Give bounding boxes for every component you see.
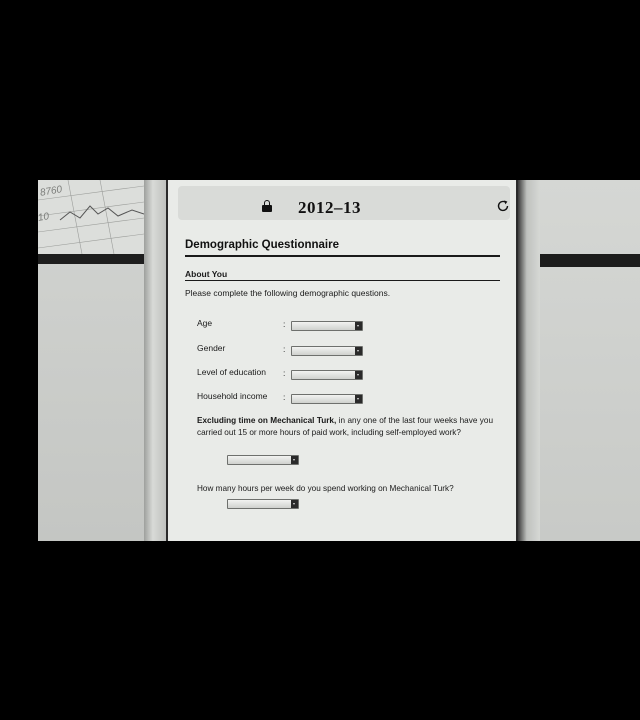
hours-select[interactable]: [227, 499, 299, 509]
reload-icon[interactable]: [496, 199, 510, 213]
chevron-down-icon: [355, 395, 362, 403]
work-question: Excluding time on Mechanical Turk, in an…: [197, 415, 493, 438]
age-select[interactable]: [291, 321, 363, 331]
education-select[interactable]: [291, 370, 363, 380]
dark-band: [38, 254, 146, 264]
hours-question: How many hours per week do you spend wor…: [197, 484, 454, 493]
address-bar[interactable]: 2012–13: [178, 186, 510, 220]
gender-colon: :: [283, 344, 286, 354]
browser-window: 2012–13 Demographic Questionnaire About …: [166, 180, 518, 541]
panel-edge: [144, 180, 166, 541]
income-colon: :: [283, 392, 286, 402]
dark-band-right: [540, 254, 640, 267]
address-text: 2012–13: [298, 198, 361, 217]
chart-number-2: 10: [38, 211, 50, 224]
title-divider: [185, 255, 500, 257]
work-question-emphasis: Excluding time on Mechanical Turk,: [197, 416, 337, 425]
chevron-down-icon: [355, 322, 362, 330]
chevron-down-icon: [355, 371, 362, 379]
income-label: Household income: [197, 391, 268, 401]
chevron-down-icon: [291, 456, 298, 464]
education-label: Level of education: [197, 367, 266, 377]
income-select[interactable]: [291, 394, 363, 404]
education-row: Level of education :: [197, 367, 457, 381]
chart-thumbnail: 8760 10: [38, 180, 144, 254]
gender-row: Gender :: [197, 343, 457, 357]
education-colon: :: [283, 368, 286, 378]
age-row: Age :: [197, 318, 457, 332]
income-row: Household income :: [197, 391, 457, 405]
intro-text: Please complete the following demographi…: [185, 288, 391, 298]
age-colon: :: [283, 319, 286, 329]
chevron-down-icon: [355, 347, 362, 355]
panel-edge-right: [518, 180, 540, 541]
gender-select[interactable]: [291, 346, 363, 356]
section-divider: [185, 280, 500, 281]
page-title: Demographic Questionnaire: [185, 239, 340, 251]
section-title: About You: [185, 269, 228, 279]
gender-label: Gender: [197, 343, 226, 353]
chevron-down-icon: [291, 500, 298, 508]
paid-work-select[interactable]: [227, 455, 299, 465]
age-label: Age: [197, 318, 213, 328]
right-background-panel: [540, 180, 640, 541]
lock-icon: [262, 200, 272, 212]
